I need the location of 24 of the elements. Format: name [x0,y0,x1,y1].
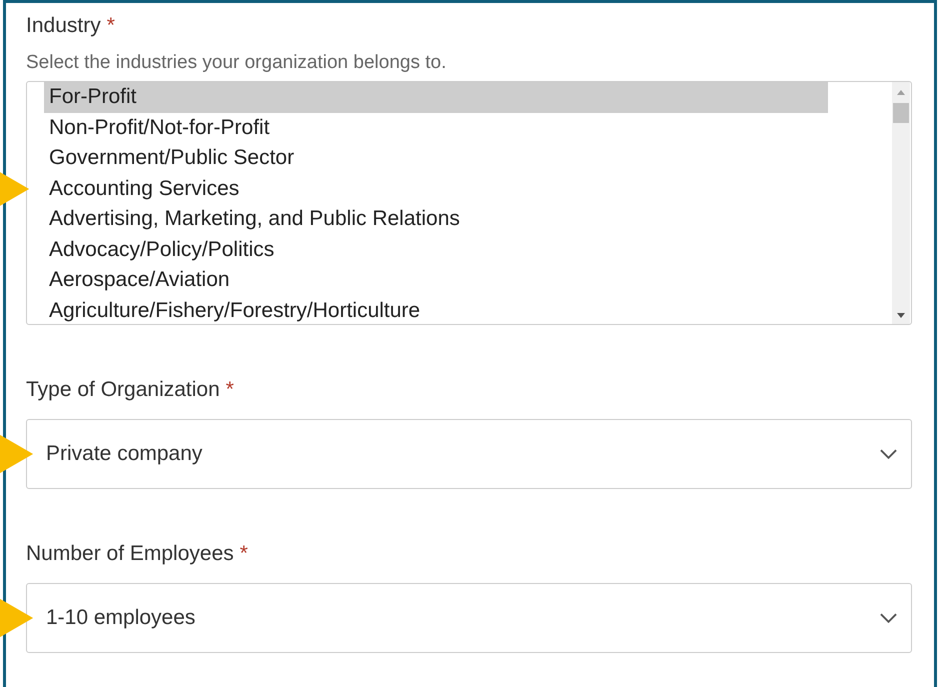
list-option[interactable]: Aerospace/Aviation [44,265,828,296]
field-label: Type of Organization [26,377,220,403]
list-option[interactable]: Accounting Services [44,174,828,204]
list-option[interactable]: Advertising, Marketing, and Public Relations [44,204,828,234]
list-option[interactable]: Non-Profit/Not-for-Profit [44,112,828,143]
list-option[interactable]: Agriculture/Fishery/Forestry/Horticulture [44,296,828,326]
scrollbar[interactable] [892,82,910,324]
scroll-down-icon[interactable] [897,313,905,318]
field-hint: Select the industries your organization belongs to. [26,51,448,75]
required-mark: * [226,377,234,403]
field-label: Industry [26,13,101,39]
list-option[interactable]: Advocacy/Policy/Politics [44,234,828,265]
chevron-down-icon [880,613,897,623]
list-option[interactable]: Government/Public Sector [44,143,828,174]
required-mark: * [106,13,115,39]
dropdown-field[interactable]: 1-10 employees [26,583,912,653]
list-option[interactable]: For-Profit [44,82,828,112]
chevron-down-icon [880,449,897,459]
industry-listbox[interactable] [26,81,912,325]
dropdown-field[interactable]: Private company [26,419,912,489]
field-label: Number of Employees [26,541,234,567]
scroll-up-icon[interactable] [897,90,905,95]
required-mark: * [240,541,248,567]
scroll-thumb[interactable] [893,103,909,123]
